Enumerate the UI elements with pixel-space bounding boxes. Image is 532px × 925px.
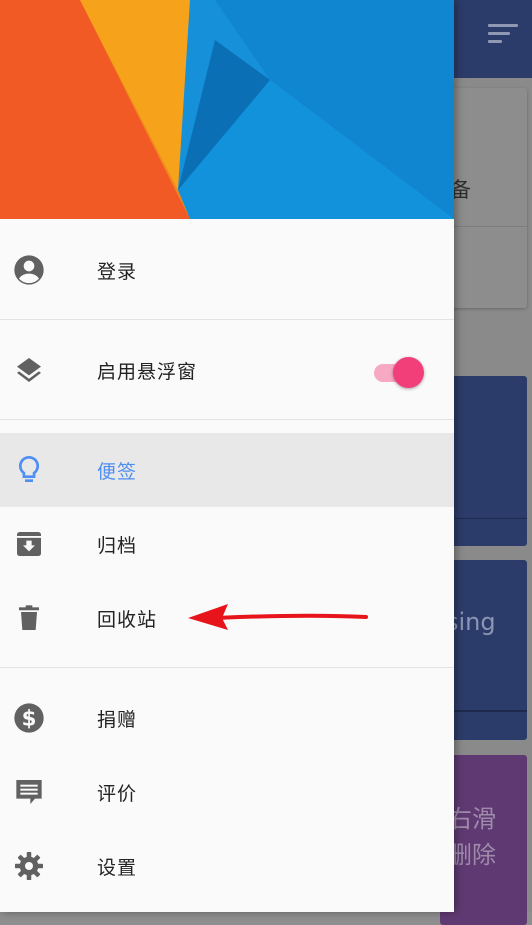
note-card-text: 右滑 [448, 805, 496, 833]
menu-item-login[interactable]: 登录 [0, 233, 454, 307]
divider [0, 667, 454, 668]
drawer-header-image [0, 0, 454, 219]
menu-item-notes[interactable]: 便签 [0, 433, 454, 507]
note-card-text: 删除 [448, 841, 496, 869]
dollar-circle-icon: $ [12, 701, 46, 735]
sort-menu-icon[interactable] [488, 24, 518, 48]
menu-item-label: 回收站 [97, 608, 158, 631]
menu-item-donate[interactable]: $ 捐赠 [0, 681, 454, 755]
menu-item-settings[interactable]: 设置 [0, 829, 454, 903]
menu-item-archive[interactable]: 归档 [0, 507, 454, 581]
menu-item-rate[interactable]: 评价 [0, 755, 454, 829]
menu-item-label: 捐赠 [97, 708, 138, 731]
trash-icon [12, 601, 46, 635]
toggle-thumb [393, 357, 424, 388]
float-window-toggle[interactable] [374, 357, 424, 388]
red-arrow-annotation [186, 598, 372, 634]
svg-text:$: $ [22, 706, 37, 731]
gear-icon [12, 849, 46, 883]
menu-item-label: 登录 [97, 260, 138, 283]
menu-item-label: 启用悬浮窗 [97, 360, 198, 383]
menu-item-label: 设置 [97, 856, 138, 879]
menu-item-label: 归档 [97, 534, 138, 557]
menu-item-label: 评价 [97, 782, 138, 805]
archive-icon [12, 527, 46, 561]
divider [0, 419, 454, 420]
layers-icon [12, 353, 46, 387]
menu-item-float-window[interactable]: 启用悬浮窗 [0, 333, 454, 407]
menu-item-label: 便签 [97, 460, 138, 483]
comment-icon [12, 775, 46, 809]
account-circle-icon [12, 253, 46, 287]
navigation-drawer: 登录 启用悬浮窗 便签 归档 回收站 $ 捐赠 评价 设置 [0, 0, 454, 912]
lightbulb-icon [12, 453, 46, 487]
divider [0, 319, 454, 320]
